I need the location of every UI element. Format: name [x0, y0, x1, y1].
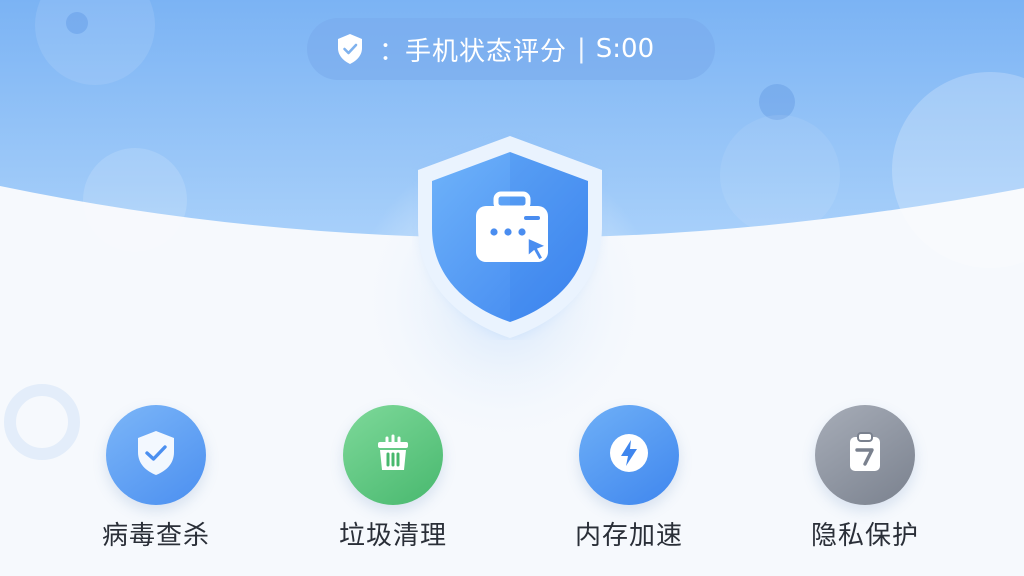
memory-boost-button[interactable] — [579, 405, 679, 505]
phone-status-score-bar[interactable]: ： 手机状态评分 | S:00 — [307, 18, 715, 80]
memory-boost-label: 内存加速 — [574, 521, 683, 551]
feature-memory-boost[interactable]: 内存加速 — [554, 405, 704, 555]
status-score: S:00 — [595, 34, 655, 64]
feature-privacy-protection[interactable]: 隐私保护 — [790, 405, 940, 555]
clipboard-icon — [842, 429, 888, 481]
privacy-protection-label: 隐私保护 — [810, 521, 919, 551]
status-separator: | — [577, 34, 586, 64]
virus-scan-button[interactable] — [106, 405, 206, 505]
status-colon: ： — [379, 36, 406, 67]
shield-check-icon — [333, 32, 367, 66]
trash-can-icon — [370, 430, 416, 480]
junk-clean-label: 垃圾清理 — [338, 521, 447, 551]
virus-scan-label: 病毒查杀 — [101, 521, 210, 551]
app-screen: ： 手机状态评分 | S:00 病毒查杀 垃圾清理 内存加速 隐私保护 — [0, 0, 1024, 576]
main-shield-button[interactable] — [412, 132, 608, 340]
feature-junk-clean[interactable]: 垃圾清理 — [318, 405, 468, 555]
privacy-protection-button[interactable] — [815, 405, 915, 505]
lightning-icon — [605, 429, 653, 481]
shield-check-icon — [133, 428, 179, 482]
junk-clean-button[interactable] — [343, 405, 443, 505]
status-label: 手机状态评分 — [405, 36, 568, 67]
feature-virus-scan[interactable]: 病毒查杀 — [81, 405, 231, 555]
